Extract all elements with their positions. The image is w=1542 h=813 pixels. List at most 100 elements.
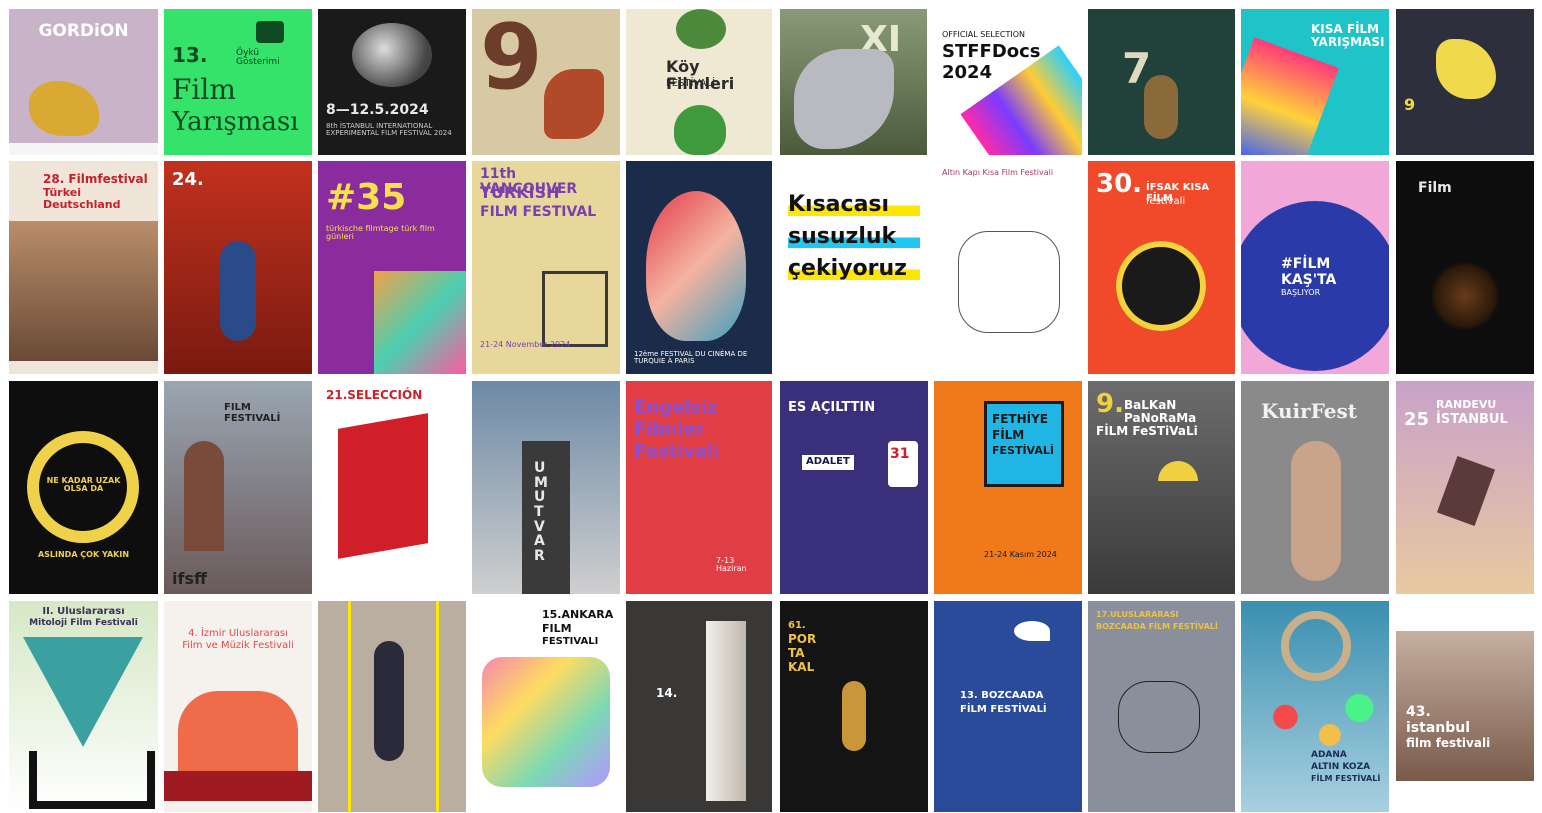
poster-title: 28. Filmfestival [43,172,148,186]
poster-title: ADANA [1311,750,1347,760]
poster-title: 14. [656,686,678,700]
poster-14[interactable]: 14. [626,601,772,812]
poster-grid: GORDiON 13. Öykü Gösterimi Film Yarışmas… [0,0,1542,813]
poster-ne-kadar-uzak[interactable]: NE KADAR UZAK OLSA DA ASLINDA ÇOK YAKIN [9,381,158,594]
poster-date: 21-24 November 2024 [480,340,571,349]
beetle-body [674,105,726,155]
flower-figure [1144,75,1178,139]
poster-adalet[interactable]: ES AÇILTTIN ADALET 31 [780,381,928,594]
poster-gordion[interactable]: GORDiON [9,9,158,155]
poster-title: 21.SELECCIÓN [326,388,423,402]
poster-title-4: KAL [788,660,815,674]
poster-title-2: Mitoloji Film Festivali [29,618,138,628]
poster-koy-filmleri[interactable]: Köy Filmleri FESTİVALİ [626,9,772,155]
sponsor-strip [9,143,158,155]
poster-title-2: Film ve Müzik Festivali [182,640,294,651]
rose-graphic [220,241,256,341]
poster-title-2: istanbul [1406,720,1471,736]
poster-ifsff[interactable]: FILM FESTIVALİ ifsff [164,381,312,594]
poster-subtitle: Öykü Gösterimi [236,48,280,68]
poster-filmfestival-turkei[interactable]: 28. Filmfestival Türkei Deutschland [9,161,158,374]
directors-chair-graphic [542,271,608,347]
poster-7[interactable]: 7 [1088,9,1235,155]
poster-film-dessert[interactable]: Film [1396,161,1534,374]
poster-vancouver[interactable]: 11th VANCOUVER TURKISH FILM FESTIVAL 21-… [472,161,620,374]
poster-title: 43. [1406,704,1431,720]
poster-title-3: FESTIVALI [542,636,599,647]
figure-graphic [1436,39,1496,99]
poster-9-festival[interactable]: 9 [472,9,620,155]
poster-title: #35 [326,177,407,218]
hand-sketch [958,231,1060,333]
poster-umutvar[interactable]: UMUTVAR [472,381,620,594]
poster-bozcaada-blue[interactable]: 13. BOZCAADA FİLM FESTİVALİ [934,601,1082,812]
poster-ankara[interactable]: 15.ANKARA FILM FESTIVALI [472,601,620,812]
umbrella-figure [1158,461,1198,481]
galata-tower-graphic [184,441,224,551]
poster-randevu[interactable]: RANDEVU 25 İSTANBUL [1396,381,1534,594]
poster-kas[interactable]: #FİLM KAŞ'TA BAŞLIYOR [1241,161,1389,374]
door-opening [706,621,746,801]
poster-title-3: film festivali [1406,736,1491,750]
poster-mitoloji[interactable]: II. Uluslararası Mitoloji Film Festivali [9,601,158,812]
poster-izmir[interactable]: 4. İzmir Uluslararası Film ve Müzik Fest… [164,601,312,812]
poster-experimental[interactable]: 8—12.5.2024 8th İSTANBUL INTERNATIONAL E… [318,9,466,155]
poster-kisacasi[interactable]: Kısacası susuzluk çekiyoruz [780,161,928,374]
poster-ifsak[interactable]: 30. İFSAK KISA FİLM festivali [1088,161,1235,374]
witch-sketch [1118,681,1200,753]
poster-aerial-figure[interactable] [318,601,466,812]
triangle-graphic [23,637,143,747]
poster-title-2: KAŞ'TA [1281,272,1337,288]
face-illustration [646,191,746,341]
yellow-line [436,601,439,812]
poster-24[interactable]: 24. [164,161,312,374]
flamingo-group [178,691,298,771]
beetle-graphic [676,9,726,49]
poster-adana[interactable]: ADANA ALTIN KOZA FİLM FESTİVALİ [1241,601,1389,812]
poster-title-2: FİLM [992,428,1025,442]
poster-title: Engelsiz [634,397,718,418]
poster-title: KISA FİLM YARIŞMASI [1311,22,1385,49]
poster-kuirfest[interactable]: KuirFest [1241,381,1389,594]
poster-title-2: TURKISH [480,183,560,202]
poster-title: KuirFest [1261,399,1357,423]
camera-icon [256,21,284,43]
poster-altin-kapi[interactable]: Altın Kapı Kısa Film Festivali [934,161,1082,374]
poster-title: Kısacası [788,193,920,216]
poster-title: 8—12.5.2024 [326,102,429,118]
poster-film-yarismasi[interactable]: 13. Öykü Gösterimi Film Yarışması [164,9,312,155]
poster-title: 15.ANKARA [542,608,614,621]
poster-portakal[interactable]: 61. POR TA KAL [780,601,928,812]
poster-title: NE KADAR UZAK OLSA DA [46,476,121,494]
doodle-cluster [482,657,610,787]
poster-bozcaada-grey[interactable]: 17.ULUSLARARASI BOZCAADA FİLM FESTİVALİ [1088,601,1235,812]
poster-title-3: FESTİVALİ [992,444,1054,457]
poster-istanbul-43[interactable]: 43. istanbul film festivali [1396,601,1534,812]
poster-xi[interactable]: XI [780,9,927,155]
poster-9-yellow[interactable]: 9 [1396,9,1534,155]
poster-title: FILM FESTIVALİ [224,402,281,424]
poster-title: RANDEVU [1436,398,1497,411]
poster-engelsiz[interactable]: Engelsiz Filmler Festivali 7-13 Haziran [626,381,772,594]
film-reel-graphic [1281,611,1351,681]
poster-fethiye[interactable]: FETHİYE FİLM FESTİVALİ 21-24 Kasım 2024 [934,381,1082,594]
poster-stffdocs[interactable]: OFFICIAL SELECTION STFFDocs 2024 [934,9,1082,155]
poster-paris[interactable]: 12ème FESTIVAL DU CINÉMA DE TURQUIE À PA… [626,161,772,374]
poster-balkan[interactable]: 9. BaLKaN PaNoRaMa FİLM FeSTiVaLi [1088,381,1235,594]
m-logo [29,751,155,809]
poster-35[interactable]: #35 türkische filmtage türk film günleri [318,161,466,374]
poster-title-3: Festivali [634,441,720,462]
poster-title-2: FESTİVALİ [666,78,716,89]
film-reel-cluster [1116,241,1206,331]
poster-kisa-film-yarismasi[interactable]: KISA FİLM YARIŞMASI [1241,9,1389,155]
poster-title: FETHİYE [992,412,1048,426]
poster-title-2: İSTANBUL [1436,412,1508,427]
poster-title: 4. İzmir Uluslararası [188,628,288,639]
gold-figure [842,681,866,751]
poster-seleccion[interactable]: 21.SELECCIÓN [318,381,466,594]
poster-title: 17.ULUSLARARASI [1096,610,1179,619]
poster-title: #FİLM [1281,256,1331,272]
hand-figure [544,69,604,139]
golden-lion-figure [29,81,99,136]
poster-title-2: POR [788,632,817,646]
